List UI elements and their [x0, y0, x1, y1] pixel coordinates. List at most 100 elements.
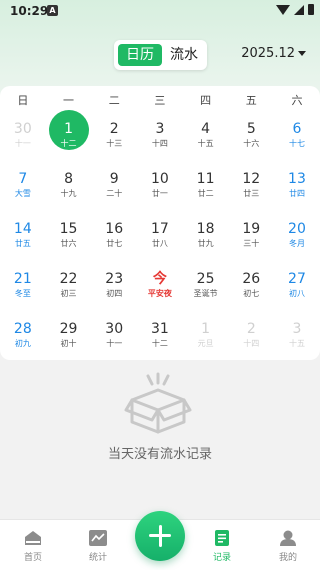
day-number: 25: [196, 271, 215, 287]
lunar-label: 十五: [288, 339, 305, 348]
calendar-day[interactable]: 28 初九: [0, 314, 46, 364]
lunar-label: 三十: [243, 239, 260, 248]
day-number: 29: [59, 321, 78, 337]
day-number: 26: [242, 271, 261, 287]
segment-flow[interactable]: 流水: [166, 44, 202, 66]
month-label: 2025.12: [241, 46, 295, 61]
tab-home[interactable]: 首页: [1, 520, 65, 570]
calendar-day[interactable]: 13 廿四: [274, 164, 320, 214]
weekday-label: 五: [245, 94, 257, 107]
day-number: 23: [105, 271, 124, 287]
calendar-day[interactable]: 11 廿二: [183, 164, 229, 214]
lunar-label: 二十: [106, 189, 123, 198]
tab-records[interactable]: 记录: [190, 520, 254, 570]
calendar-day[interactable]: 19 三十: [228, 214, 274, 264]
lunar-label: 十一: [106, 339, 123, 348]
calendar-day[interactable]: 26 初七: [228, 264, 274, 314]
calendar-day[interactable]: 31 十二: [137, 314, 183, 364]
calendar-day[interactable]: 2 十四: [228, 314, 274, 364]
calendar-day[interactable]: 21 冬至: [0, 264, 46, 314]
status-time: 10:29: [10, 4, 49, 18]
weekday-label: 日: [17, 94, 29, 107]
calendar-day[interactable]: 5 十六: [228, 114, 274, 164]
empty-box-icon: [124, 372, 192, 434]
day-number: 3: [155, 121, 165, 137]
calendar-day[interactable]: 今平安夜: [137, 264, 183, 314]
weekday-label: 六: [291, 94, 303, 107]
day-number: 6: [292, 121, 302, 137]
calendar-day[interactable]: 1 元旦: [183, 314, 229, 364]
day-number: 4: [201, 121, 211, 137]
segment-calendar[interactable]: 日历: [118, 44, 162, 66]
day-number: 19: [242, 221, 261, 237]
lunar-label: 圣诞节: [193, 289, 218, 298]
empty-state-text: 当天没有流水记录: [107, 447, 212, 462]
calendar-day[interactable]: 9 二十: [91, 164, 137, 214]
day-number: 2: [109, 121, 119, 137]
calendar-day[interactable]: 27 初八: [274, 264, 320, 314]
calendar-day[interactable]: 30 十一: [0, 114, 46, 164]
calendar-day[interactable]: 2 十三: [91, 114, 137, 164]
day-number: 今: [152, 271, 167, 287]
notification-badge-icon: A: [47, 5, 58, 16]
calendar-card: 日 一 二 三 四 五 六 30 十一 1 十二 2 十三 3 十四 4 十五 5 十六 6 十七 7 大雪 8 十九 9 二十 1…: [0, 86, 320, 360]
calendar-day[interactable]: 17 廿八: [137, 214, 183, 264]
day-number: 9: [109, 171, 119, 187]
lunar-label: 廿九: [197, 239, 214, 248]
calendar-day[interactable]: 4 十五: [183, 114, 229, 164]
calendar-day[interactable]: 22 初三: [46, 264, 92, 314]
lunar-label: 十一: [14, 139, 31, 148]
lunar-label: 十四: [243, 339, 260, 348]
day-number: 30: [105, 321, 124, 337]
month-picker[interactable]: 2025.12: [241, 46, 306, 61]
day-number: 31: [150, 321, 169, 337]
lunar-label: 廿七: [106, 239, 123, 248]
day-number: 11: [196, 171, 215, 187]
calendar-day[interactable]: 25 圣诞节: [183, 264, 229, 314]
day-number: 30: [13, 121, 32, 137]
day-number: 1: [201, 321, 211, 337]
calendar-day[interactable]: 16 廿七: [91, 214, 137, 264]
calendar-day[interactable]: 8 十九: [46, 164, 92, 214]
battery-icon: [308, 4, 314, 15]
tab-home-label: 首页: [23, 553, 42, 563]
calendar-day[interactable]: 3 十五: [274, 314, 320, 364]
tab-mine[interactable]: 我的: [256, 520, 320, 570]
day-number: 21: [13, 271, 32, 287]
day-number: 18: [196, 221, 215, 237]
calendar-day[interactable]: 12 廿三: [228, 164, 274, 214]
lunar-label: 廿六: [60, 239, 77, 248]
calendar-day[interactable]: 1 十二: [46, 110, 92, 164]
calendar-day[interactable]: 10 廿一: [137, 164, 183, 214]
calendar-day[interactable]: 3 十四: [137, 114, 183, 164]
home-icon: [25, 531, 41, 545]
lunar-label: 十五: [197, 139, 214, 148]
tab-stats[interactable]: 统计: [66, 520, 130, 570]
add-button[interactable]: [135, 511, 185, 561]
day-number: 3: [292, 321, 302, 337]
day-number: 14: [13, 221, 32, 237]
calendar-day[interactable]: 7 大雪: [0, 164, 46, 214]
lunar-label: 廿二: [197, 189, 214, 198]
day-number: 28: [13, 321, 32, 337]
calendar-day[interactable]: 29 初十: [46, 314, 92, 364]
calendar-day[interactable]: 6 十七: [274, 114, 320, 164]
lunar-label: 十七: [288, 139, 305, 148]
calendar-day[interactable]: 20 冬月: [274, 214, 320, 264]
day-number: 15: [59, 221, 78, 237]
calendar-day[interactable]: 23 初四: [91, 264, 137, 314]
lunar-label: 廿三: [243, 189, 260, 198]
calendar-day[interactable]: 30 十一: [91, 314, 137, 364]
lunar-label: 廿八: [151, 239, 168, 248]
calendar-day[interactable]: 14 廿五: [0, 214, 46, 264]
day-number: 7: [18, 171, 28, 187]
day-number: 22: [59, 271, 78, 287]
tab-records-label: 记录: [212, 553, 231, 563]
lunar-label: 大雪: [14, 189, 31, 198]
day-number: 13: [288, 171, 306, 187]
calendar-day[interactable]: 15 廿六: [46, 214, 92, 264]
lunar-label: 十六: [243, 139, 260, 148]
calendar-day[interactable]: 18 廿九: [183, 214, 229, 264]
lunar-label: 十二: [151, 339, 168, 348]
day-number: 27: [288, 271, 306, 287]
